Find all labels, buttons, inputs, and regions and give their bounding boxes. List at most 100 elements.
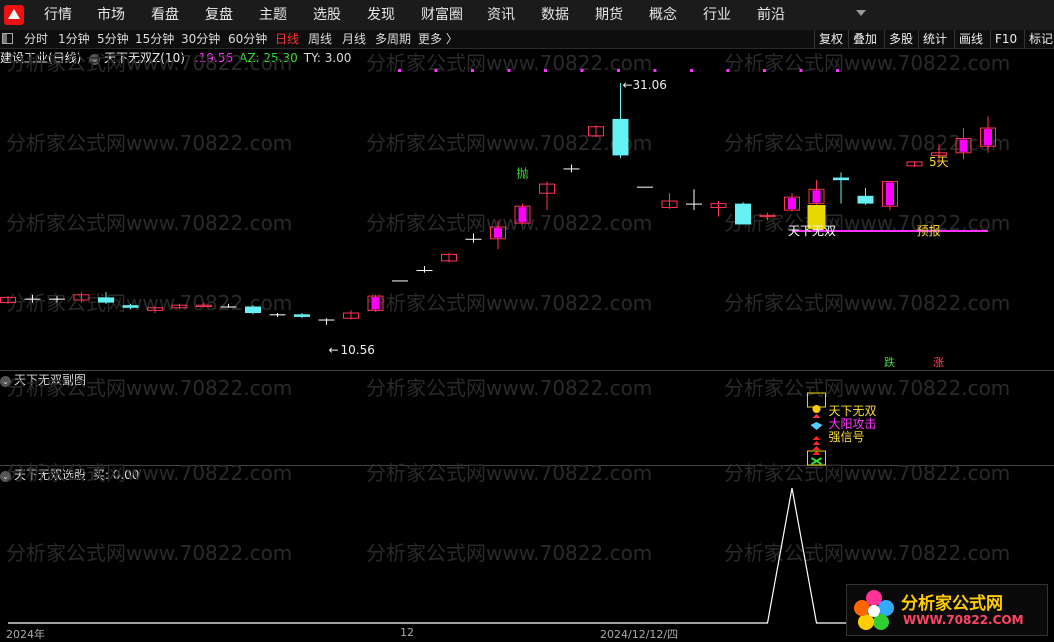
candle-body bbox=[833, 177, 849, 181]
low-price-label: 10.56 bbox=[341, 343, 375, 357]
x-axis-label: 12 bbox=[400, 626, 414, 639]
candle bbox=[784, 193, 800, 212]
candle-body bbox=[563, 168, 580, 170]
up-arrow-icon bbox=[812, 414, 821, 418]
candle bbox=[563, 164, 580, 173]
watermark-text: 分析家公式网www.70822.com bbox=[724, 291, 1010, 315]
signal-dot bbox=[471, 69, 474, 72]
candle bbox=[343, 310, 359, 320]
sub1-layer: 天下无双大阳攻击强信号 bbox=[807, 392, 877, 466]
signal-dot bbox=[799, 69, 803, 72]
candle-body-fill bbox=[984, 129, 992, 146]
watermark-text: 分析家公式网www.70822.com bbox=[724, 376, 1010, 400]
candle-body bbox=[416, 270, 433, 272]
sub1-signal-label: 大阳攻击 bbox=[829, 417, 877, 431]
high-arrow-icon: ← bbox=[623, 78, 633, 92]
candle bbox=[539, 181, 555, 211]
coin-icon bbox=[812, 405, 821, 413]
brand-url: WWW.70822.COM bbox=[903, 613, 1024, 627]
candle bbox=[686, 189, 702, 211]
rise-label: 涨 bbox=[933, 356, 944, 369]
candle-body-fill bbox=[959, 139, 968, 152]
candle bbox=[808, 180, 825, 205]
sub1-signal-label: 天下无双 bbox=[829, 404, 877, 418]
candle-body-fill bbox=[788, 198, 796, 210]
signal-label: 天下无双 bbox=[788, 224, 836, 238]
strong-arrow-icon bbox=[812, 436, 821, 440]
candle-body bbox=[857, 195, 874, 204]
candle bbox=[318, 318, 335, 325]
candle-body bbox=[465, 238, 482, 240]
watermark-text: 分析家公式网www.70822.com bbox=[724, 461, 1010, 485]
watermark-text: 分析家公式网www.70822.com bbox=[366, 131, 652, 155]
watermark-text: 分析家公式网www.70822.com bbox=[6, 541, 292, 565]
candle-body-fill bbox=[371, 297, 380, 310]
watermark-text: 分析家公式网www.70822.com bbox=[6, 131, 292, 155]
strong-arrow-icon bbox=[812, 446, 821, 450]
candle bbox=[735, 202, 751, 225]
watermark-text: 分析家公式网www.70822.com bbox=[6, 461, 292, 485]
flower-logo-icon bbox=[854, 590, 894, 630]
candle-body-fill bbox=[518, 207, 527, 223]
candle-body bbox=[98, 297, 114, 303]
watermark-text: 分析家公式网www.70822.com bbox=[6, 376, 292, 400]
watermark-text: 分析家公式网www.70822.com bbox=[6, 51, 292, 75]
candle bbox=[245, 305, 261, 315]
candle-body bbox=[220, 306, 237, 308]
candle-body bbox=[392, 280, 408, 282]
candle-body bbox=[318, 319, 335, 321]
signal-dot bbox=[580, 69, 584, 72]
watermark-text: 分析家公式网www.70822.com bbox=[724, 541, 1010, 565]
watermark-text: 分析家公式网www.70822.com bbox=[366, 461, 652, 485]
candle bbox=[857, 187, 874, 205]
watermark-text: 分析家公式网www.70822.com bbox=[724, 51, 1010, 75]
watermark-text: 分析家公式网www.70822.com bbox=[366, 376, 652, 400]
candle-body-fill bbox=[494, 228, 502, 238]
signal-dot bbox=[434, 69, 438, 72]
candle bbox=[294, 313, 310, 319]
high-price-label: 31.06 bbox=[633, 78, 667, 92]
candle-body bbox=[49, 298, 65, 300]
brand-logo: 分析家公式网 WWW.70822.COM bbox=[846, 584, 1048, 636]
fall-label: 跌 bbox=[884, 355, 895, 369]
candle-body bbox=[637, 186, 653, 188]
throw-label: 抛 bbox=[517, 165, 529, 180]
butterfly-icon bbox=[810, 422, 823, 430]
price-chart[interactable]: 分析家公式网www.70822.com 分析家公式网www.70822.com 分析… bbox=[0, 0, 1054, 641]
low-arrow-icon: ← bbox=[329, 343, 339, 357]
signal-dot bbox=[544, 69, 547, 72]
candle-body bbox=[294, 314, 310, 317]
sub1-signal-label: 强信号 bbox=[829, 430, 865, 444]
watermark-text: 分析家公式网www.70822.com bbox=[366, 541, 652, 565]
candle bbox=[612, 83, 629, 159]
watermark-text: 分析家公式网www.70822.com bbox=[6, 211, 292, 235]
candle-body bbox=[122, 305, 139, 308]
candle bbox=[441, 253, 457, 263]
watermark-text: 分析家公式网www.70822.com bbox=[366, 211, 652, 235]
brand-name: 分析家公式网 bbox=[901, 594, 1003, 614]
candle-body bbox=[735, 203, 751, 225]
signal-dot bbox=[507, 69, 511, 72]
candle-body-fill bbox=[886, 182, 894, 206]
candle-body bbox=[686, 203, 702, 205]
candle-body bbox=[245, 306, 261, 314]
forecast-label: 预报 bbox=[917, 223, 941, 238]
candle bbox=[416, 266, 433, 273]
signal-dot bbox=[398, 69, 401, 72]
signal-dot bbox=[836, 69, 839, 72]
signal-dot bbox=[653, 69, 657, 72]
candle bbox=[882, 180, 898, 211]
candle-body-fill bbox=[812, 190, 821, 203]
candle-body bbox=[612, 118, 629, 156]
candle bbox=[392, 280, 408, 282]
watermark-text: 分析家公式网www.70822.com bbox=[366, 291, 652, 315]
candle bbox=[637, 186, 653, 188]
signal-dot bbox=[617, 69, 620, 72]
strong-arrow-icon bbox=[812, 441, 821, 445]
signal-dot bbox=[763, 69, 766, 72]
candle-body bbox=[269, 314, 286, 316]
candle bbox=[661, 193, 678, 209]
strong-arrow-icon bbox=[812, 451, 821, 455]
x-axis-label: 2024年 bbox=[6, 628, 45, 641]
x-axis-label: 2024/12/12/四 bbox=[600, 628, 679, 641]
